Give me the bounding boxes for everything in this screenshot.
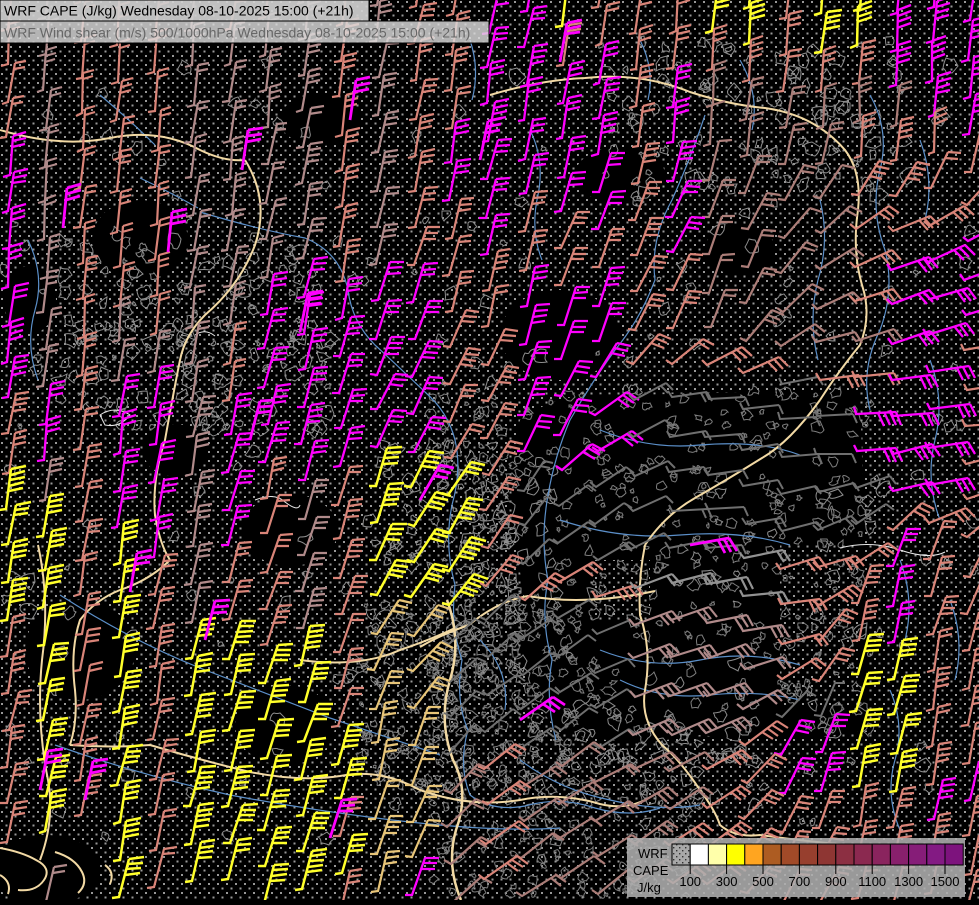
svg-text:CAPE: CAPE bbox=[633, 863, 669, 878]
svg-text:100: 100 bbox=[679, 874, 701, 889]
svg-text:WRF: WRF bbox=[638, 846, 668, 861]
svg-text:J/kg: J/kg bbox=[637, 880, 661, 895]
svg-text:1500: 1500 bbox=[931, 874, 960, 889]
svg-text:700: 700 bbox=[789, 874, 811, 889]
svg-text:900: 900 bbox=[825, 874, 847, 889]
svg-text:300: 300 bbox=[716, 874, 738, 889]
svg-text:1300: 1300 bbox=[894, 874, 923, 889]
svg-text:WRF CAPE (J/kg) Wednesday 08-1: WRF CAPE (J/kg) Wednesday 08-10-2025 15:… bbox=[4, 3, 354, 19]
svg-text:500: 500 bbox=[752, 874, 774, 889]
svg-text:1100: 1100 bbox=[858, 874, 886, 889]
svg-text:WRF Wind shear (m/s) 500/1000h: WRF Wind shear (m/s) 500/1000hPa Wednesd… bbox=[4, 25, 470, 41]
